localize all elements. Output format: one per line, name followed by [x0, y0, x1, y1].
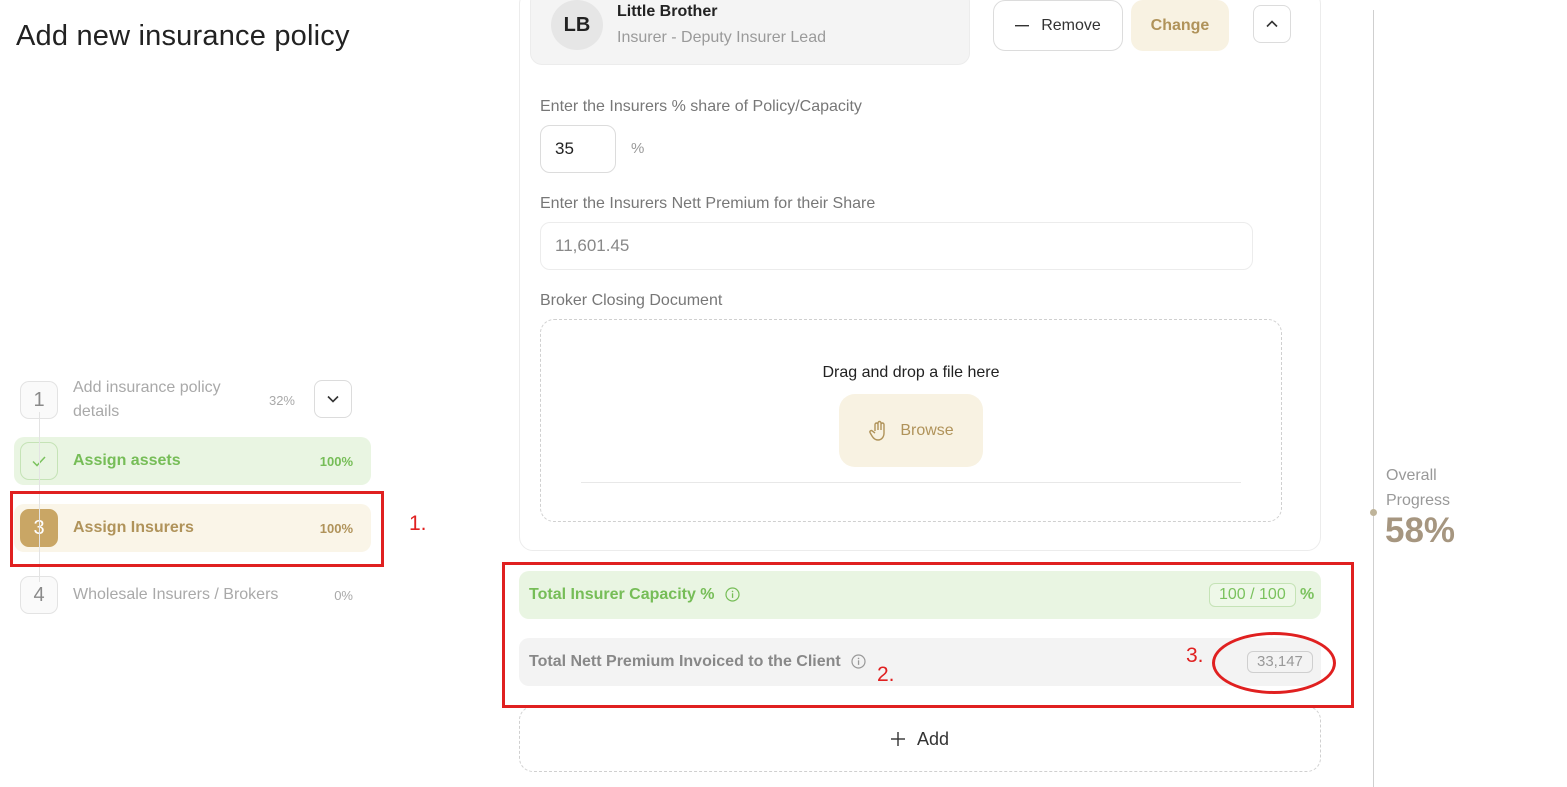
premium-input[interactable]	[540, 222, 1253, 270]
step-label: Add insurance policy details	[73, 379, 221, 420]
add-insurer-button[interactable]: Add	[519, 706, 1321, 772]
remove-button[interactable]: Remove	[993, 0, 1123, 51]
premium-label: Enter the Insurers Nett Premium for thei…	[540, 195, 876, 212]
minus-icon	[1015, 24, 1030, 26]
annotation-box-2	[502, 562, 1354, 708]
browse-label: Browse	[900, 421, 954, 439]
remove-label: Remove	[1041, 16, 1101, 34]
file-dropzone[interactable]: Drag and drop a file here Browse	[540, 319, 1282, 522]
browse-button[interactable]: Browse	[839, 394, 983, 467]
annotation-box-1	[10, 491, 384, 567]
share-input[interactable]	[540, 125, 616, 173]
annotation-label-1: 1.	[409, 512, 427, 535]
step-percent: 100%	[319, 453, 353, 469]
progress-track	[1373, 10, 1374, 787]
step-add-policy-details[interactable]: 1 Add insurance policy details 32%	[14, 370, 371, 430]
share-label: Enter the Insurers % share of Policy/Cap…	[540, 98, 862, 115]
doc-label: Broker Closing Document	[540, 292, 723, 309]
page-title: Add new insurance policy	[16, 20, 350, 52]
avatar: LB	[551, 0, 603, 50]
change-button[interactable]: Change	[1131, 0, 1229, 51]
progress-value: 58%	[1385, 511, 1456, 550]
progress-label: Overall Progress	[1386, 467, 1451, 509]
expand-step-button[interactable]	[314, 380, 352, 418]
divider	[581, 482, 1241, 483]
step-percent: 0%	[334, 587, 353, 603]
step-label: Assign assets	[73, 452, 181, 469]
step-percent: 32%	[268, 392, 295, 408]
hand-icon	[869, 420, 886, 441]
share-unit: %	[631, 140, 645, 157]
step-label: Wholesale Insurers / Brokers	[73, 586, 279, 603]
insurer-name: Little Brother	[617, 3, 718, 20]
chevron-up-icon	[1266, 20, 1278, 28]
plus-icon	[890, 732, 905, 746]
chevron-down-icon	[327, 395, 339, 403]
add-label: Add	[916, 728, 950, 749]
step-wholesale-insurers[interactable]: 4 Wholesale Insurers / Brokers 0%	[14, 571, 371, 619]
annotation-label-3: 3.	[1186, 644, 1204, 667]
annotation-label-2: 2.	[877, 663, 895, 686]
annotation-oval-3	[1212, 632, 1336, 694]
progress-marker	[1370, 509, 1377, 516]
drop-text: Drag and drop a file here	[822, 364, 1000, 381]
insurer-role: Insurer - Deputy Insurer Lead	[617, 29, 826, 46]
step-assign-assets[interactable]: Assign assets 100%	[14, 437, 371, 485]
collapse-button[interactable]	[1253, 5, 1291, 43]
